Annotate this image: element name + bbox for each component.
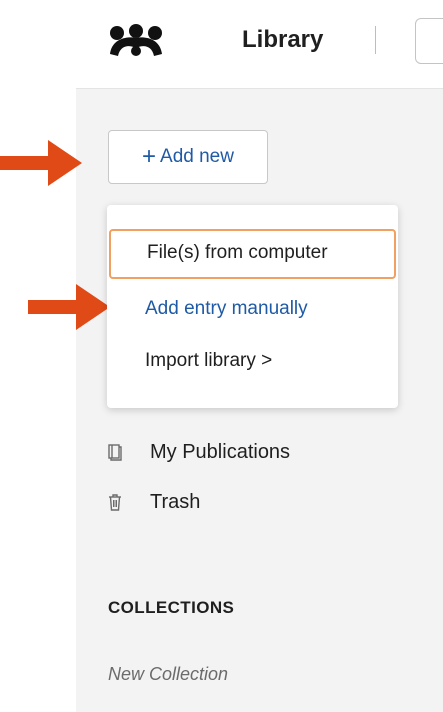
add-new-menu: File(s) from computer Add entry manually…	[107, 205, 398, 408]
page-title: Library	[242, 26, 324, 53]
header-divider	[375, 26, 376, 54]
sidebar-item-label: Trash	[150, 490, 201, 513]
sidebar-item-trash[interactable]: Trash	[106, 486, 200, 518]
mendeley-logo-icon[interactable]	[106, 24, 166, 58]
menu-item-label: Import library	[145, 350, 256, 371]
sidebar-item-label: My Publications	[150, 440, 291, 463]
chevron-right-icon: >	[261, 350, 273, 371]
add-new-button[interactable]: + Add new	[108, 130, 268, 184]
menu-item-label: Add entry manually	[145, 298, 308, 319]
collections-heading: COLLECTIONS	[108, 598, 235, 617]
menu-item-import-library[interactable]: Import library >	[107, 337, 398, 385]
publications-icon	[108, 444, 122, 461]
menu-item-label: File(s) from computer	[147, 242, 328, 263]
new-collection-link[interactable]: New Collection	[108, 664, 228, 685]
search-input[interactable]	[415, 18, 443, 64]
pointer-arrow-add-entry	[28, 284, 110, 330]
menu-item-add-entry-manually[interactable]: Add entry manually	[107, 285, 398, 333]
pointer-arrow-add-new	[0, 140, 82, 186]
plus-icon: +	[142, 143, 157, 170]
sidebar-item-my-publications[interactable]: My Publications	[106, 436, 290, 468]
menu-item-files-from-computer[interactable]: File(s) from computer	[109, 229, 396, 279]
add-new-label: Add new	[160, 146, 234, 167]
trash-icon	[109, 494, 121, 511]
